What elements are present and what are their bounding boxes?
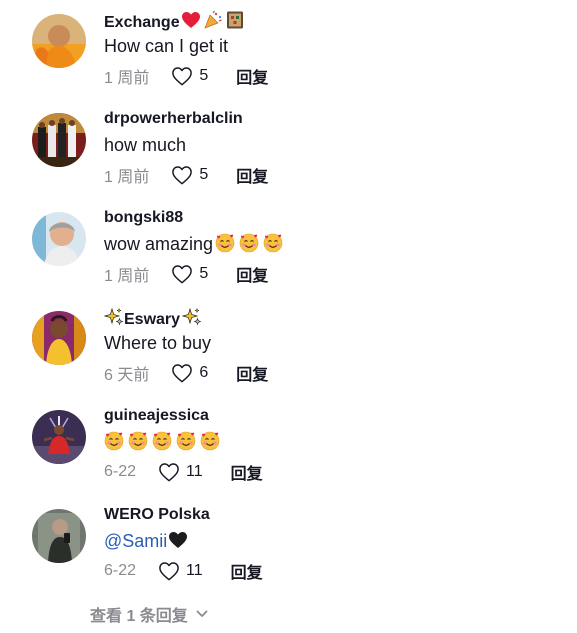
like-count: 5 bbox=[199, 265, 209, 282]
username[interactable]: Exchange bbox=[104, 10, 245, 31]
avatar[interactable] bbox=[32, 113, 86, 167]
comment-item: drpowerherbalclin how much 1 周前 5 回复 bbox=[0, 110, 577, 212]
comment-time: 1 周前 bbox=[104, 169, 150, 186]
like-button[interactable]: 5 bbox=[171, 165, 208, 185]
like-button[interactable]: 5 bbox=[171, 66, 208, 86]
avatar[interactable] bbox=[32, 311, 86, 365]
smiling-face-with-hearts-emoji bbox=[104, 431, 124, 451]
chevron-down-icon bbox=[196, 610, 208, 618]
username[interactable]: bongski88 bbox=[104, 208, 183, 228]
smiling-face-with-hearts-emoji bbox=[215, 233, 235, 253]
comment-time: 1 周前 bbox=[104, 70, 150, 87]
heart-outline-icon[interactable] bbox=[171, 264, 193, 284]
comment-text: @Samii bbox=[104, 529, 188, 553]
heart-outline-icon[interactable] bbox=[158, 561, 180, 581]
username[interactable]: WERO Polska bbox=[104, 505, 210, 525]
comment-text: How can I get it bbox=[104, 36, 229, 56]
avatar[interactable] bbox=[32, 14, 86, 68]
reply-button[interactable]: 回复 bbox=[236, 361, 268, 385]
reply-button[interactable]: 回复 bbox=[231, 559, 263, 583]
like-count: 5 bbox=[199, 166, 209, 183]
heart-outline-icon[interactable] bbox=[171, 66, 193, 86]
comment-time: 6-22 bbox=[104, 562, 137, 579]
avatar[interactable] bbox=[32, 212, 86, 266]
like-count: 6 bbox=[199, 364, 209, 381]
comment-item: Eswary Where to buy 6 天前 6 回复 bbox=[0, 311, 577, 410]
username[interactable]: Eswary bbox=[104, 307, 202, 328]
sparkles-emoji bbox=[182, 307, 202, 327]
comment-text: Where to buy bbox=[104, 333, 212, 353]
smiling-face-with-hearts-emoji bbox=[128, 431, 148, 451]
comment-item: bongski88 wow amazing 1 周前 5 回复 bbox=[0, 209, 577, 311]
smiling-face-with-hearts-emoji bbox=[200, 431, 220, 451]
reply-button[interactable]: 回复 bbox=[231, 460, 263, 484]
smiling-face-with-hearts-emoji bbox=[263, 233, 283, 253]
comment-item: WERO Polska @Samii 6-22 11 回复 bbox=[0, 506, 577, 608]
smiling-face-with-hearts-emoji bbox=[239, 233, 259, 253]
comment-time: 1 周前 bbox=[104, 268, 150, 285]
comment-text: how much bbox=[104, 135, 187, 155]
party-popper-emoji bbox=[203, 10, 223, 30]
like-button[interactable]: 5 bbox=[171, 264, 208, 284]
mahjong-emoji bbox=[225, 10, 245, 30]
view-replies-label: 查看 1 条回复 bbox=[90, 608, 188, 625]
avatar[interactable] bbox=[32, 509, 86, 563]
heart-outline-icon[interactable] bbox=[158, 462, 180, 482]
like-button[interactable]: 11 bbox=[158, 462, 203, 482]
reply-button[interactable]: 回复 bbox=[236, 64, 268, 88]
reply-button[interactable]: 回复 bbox=[236, 262, 268, 286]
avatar[interactable] bbox=[32, 410, 86, 464]
comment-item: guineajessica 6-22 11 回复 bbox=[0, 407, 577, 509]
like-count: 11 bbox=[186, 463, 203, 480]
reply-button[interactable]: 回复 bbox=[236, 163, 268, 187]
heart-outline-icon[interactable] bbox=[171, 363, 193, 383]
smiling-face-with-hearts-emoji bbox=[176, 431, 196, 451]
smiling-face-with-hearts-emoji bbox=[152, 431, 172, 451]
comment-time: 6-22 bbox=[104, 463, 137, 480]
username[interactable]: guineajessica bbox=[104, 406, 209, 426]
comment-text bbox=[104, 430, 220, 454]
comment-time: 6 天前 bbox=[104, 367, 150, 384]
like-button[interactable]: 11 bbox=[158, 561, 203, 581]
like-count: 5 bbox=[199, 67, 209, 84]
like-count: 11 bbox=[186, 562, 203, 579]
username[interactable]: drpowerherbalclin bbox=[104, 109, 243, 129]
like-button[interactable]: 6 bbox=[171, 363, 208, 383]
view-replies-button[interactable]: 查看 1 条回复 bbox=[90, 603, 208, 625]
sparkles-emoji bbox=[104, 307, 124, 327]
black-heart-emoji bbox=[168, 530, 188, 550]
comment-item: Exchange How can I get it 1 周前 5 回复 bbox=[0, 10, 577, 113]
mention-link[interactable]: @Samii bbox=[104, 531, 167, 551]
red-heart-emoji bbox=[181, 10, 201, 30]
heart-outline-icon[interactable] bbox=[171, 165, 193, 185]
comment-text: wow amazing bbox=[104, 232, 283, 256]
